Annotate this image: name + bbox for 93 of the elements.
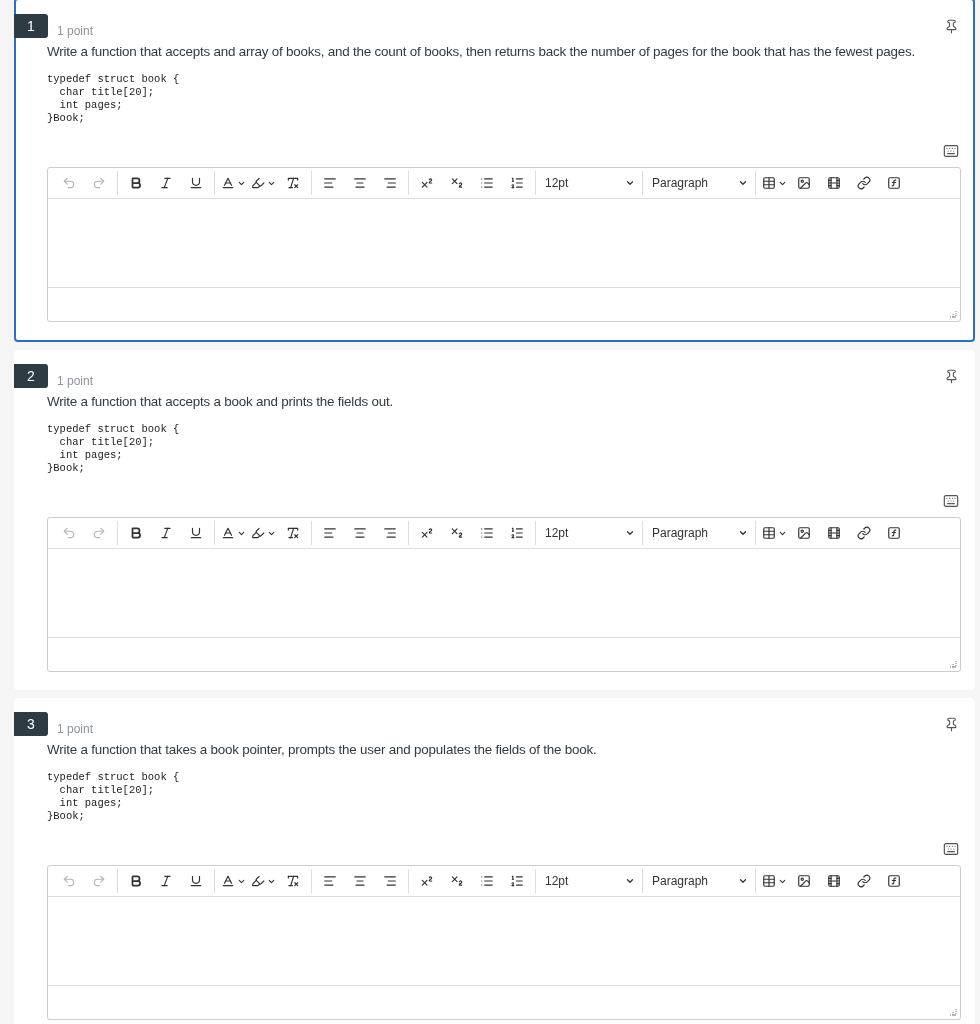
align-right-icon (383, 526, 397, 540)
font-size-select[interactable]: 12pt (539, 869, 639, 893)
italic-icon (159, 176, 173, 190)
image-icon (797, 874, 811, 888)
subscript-icon (450, 874, 464, 888)
bullet-list-icon (480, 874, 494, 888)
align-left-icon (323, 874, 337, 888)
media-icon (827, 874, 841, 888)
bullet-list-icon (480, 176, 494, 190)
caret-icon (738, 876, 748, 886)
superscript-icon (420, 176, 434, 190)
resize-grip-icon (949, 310, 957, 318)
underline-icon (189, 526, 203, 540)
subscript-icon (450, 176, 464, 190)
clear-formatting-icon (286, 526, 300, 540)
keyboard-icon[interactable] (943, 493, 959, 509)
question-number: 3 (14, 712, 48, 736)
table-icon (761, 176, 776, 190)
font-size-select[interactable]: 12pt (539, 521, 639, 545)
question-number: 1 (14, 14, 48, 38)
font-size-select[interactable]: 12pt (539, 171, 639, 195)
keyboard-icon[interactable] (943, 143, 959, 159)
redo-icon (92, 176, 106, 190)
italic-icon (159, 874, 173, 888)
block-format-select[interactable]: Paragraph (646, 171, 752, 195)
bold-icon (129, 176, 143, 190)
align-center-icon (353, 176, 367, 190)
align-center-icon (353, 874, 367, 888)
italic-icon (159, 526, 173, 540)
subscript-icon (450, 526, 464, 540)
block-format-select[interactable]: Paragraph (646, 869, 752, 893)
keyboard-icon[interactable] (943, 841, 959, 857)
pin-icon[interactable] (944, 716, 959, 732)
code-text: typedef struct book { char title[20]; int pages; }Book; (47, 73, 181, 125)
equation-icon (887, 874, 901, 888)
caret-icon (738, 528, 748, 538)
align-left-icon (323, 176, 337, 190)
question-text: Write a function that accepts and array of books, and the count of books, then returns back the number of pages for the book that has the fewest pages. (47, 44, 917, 59)
numbered-list-icon (510, 176, 524, 190)
resize-grip-icon (949, 1008, 957, 1016)
superscript-icon (420, 526, 434, 540)
align-right-icon (383, 874, 397, 888)
numbered-list-icon (510, 874, 524, 888)
points-label: 1 point (57, 24, 94, 38)
text-color-icon (220, 526, 235, 540)
caret-icon (625, 178, 635, 188)
points-label: 1 point (57, 374, 94, 388)
code-text: typedef struct book { char title[20]; int pages; }Book; (47, 771, 181, 823)
link-icon (857, 176, 871, 190)
underline-icon (189, 176, 203, 190)
question-number: 2 (14, 364, 48, 388)
align-center-icon (353, 526, 367, 540)
media-icon (827, 176, 841, 190)
caret-icon (625, 528, 635, 538)
pin-icon[interactable] (944, 368, 959, 384)
numbered-list-icon (510, 526, 524, 540)
bold-icon (129, 874, 143, 888)
question-text: Write a function that takes a book pointer, prompts the user and populates the fields of the book. (47, 742, 598, 757)
question-text: Write a function that accepts a book and prints the fields out. (47, 394, 394, 409)
text-color-icon (220, 874, 235, 888)
redo-icon (92, 526, 106, 540)
align-right-icon (383, 176, 397, 190)
bullet-list-icon (480, 526, 494, 540)
pin-icon[interactable] (944, 18, 959, 34)
caret-icon (738, 178, 748, 188)
clear-formatting-icon (286, 176, 300, 190)
link-icon (857, 874, 871, 888)
equation-icon (887, 176, 901, 190)
points-label: 1 point (57, 722, 94, 736)
highlight-icon (250, 176, 265, 190)
code-text: typedef struct book { char title[20]; int pages; }Book; (47, 423, 181, 475)
caret-icon (625, 876, 635, 886)
bold-icon (129, 526, 143, 540)
table-icon (761, 526, 776, 540)
underline-icon (189, 874, 203, 888)
undo-icon (62, 176, 76, 190)
block-format-select[interactable]: Paragraph (646, 521, 752, 545)
resize-grip-icon (949, 660, 957, 668)
table-icon (761, 874, 776, 888)
undo-icon (62, 874, 76, 888)
undo-icon (62, 526, 76, 540)
image-icon (797, 176, 811, 190)
align-left-icon (323, 526, 337, 540)
clear-formatting-icon (286, 874, 300, 888)
highlight-icon (250, 874, 265, 888)
highlight-icon (250, 526, 265, 540)
link-icon (857, 526, 871, 540)
image-icon (797, 526, 811, 540)
redo-icon (92, 874, 106, 888)
text-color-icon (220, 176, 235, 190)
media-icon (827, 526, 841, 540)
superscript-icon (420, 874, 434, 888)
equation-icon (887, 526, 901, 540)
